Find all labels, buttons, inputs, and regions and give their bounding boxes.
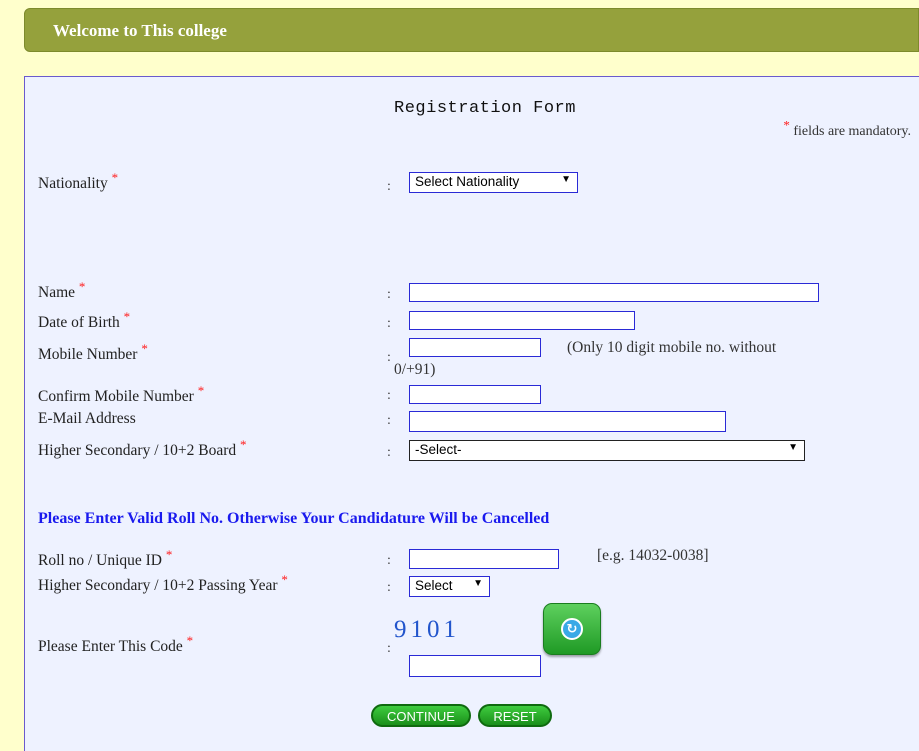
colon: : [387, 179, 391, 194]
required-star: * [123, 308, 131, 324]
nationality-label: Nationality * [38, 171, 118, 193]
roll-label: Roll no / Unique ID * [38, 548, 172, 570]
required-star: * [240, 436, 247, 452]
mobile-label-text: Mobile Number [38, 346, 138, 363]
page-header: Welcome to This college [24, 8, 919, 52]
chevron-down-icon: ▼ [561, 174, 571, 185]
name-label-text: Name [38, 284, 76, 301]
required-star: * [186, 632, 194, 648]
confirm-mobile-input[interactable] [409, 385, 541, 404]
captcha-input[interactable] [409, 655, 541, 677]
board-label: Higher Secondary / 10+2 Board * [38, 438, 247, 460]
captcha-code: 9101 [394, 616, 460, 643]
required-star: * [111, 169, 119, 185]
captcha-label-text: Please Enter This Code [38, 638, 183, 655]
colon: : [387, 641, 391, 656]
confirm-mobile-label-text: Confirm Mobile Number [38, 388, 194, 405]
mobile-input[interactable] [409, 338, 541, 357]
roll-hint: [e.g. 14032-0038] [597, 547, 709, 564]
continue-button[interactable]: CONTINUE [371, 704, 471, 727]
name-input[interactable] [409, 283, 819, 302]
passing-year-select[interactable]: Select ▼ [409, 576, 490, 597]
mobile-hint: (Only 10 digit mobile no. without [567, 339, 777, 356]
passing-year-label: Higher Secondary / 10+2 Passing Year * [38, 573, 288, 595]
nationality-select-value: Select Nationality [415, 174, 520, 189]
header-title: Welcome to This college [53, 21, 227, 40]
roll-label-text: Roll no / Unique ID [38, 552, 162, 569]
board-label-text: Higher Secondary / 10+2 Board [38, 442, 237, 459]
refresh-captcha-button[interactable]: ↻ [543, 603, 601, 655]
roll-number-notice: Please Enter Valid Roll No. Otherwise Yo… [38, 510, 550, 527]
colon: : [387, 553, 391, 568]
colon: : [387, 316, 391, 331]
required-star: * [78, 278, 86, 294]
nationality-label-text: Nationality [38, 175, 108, 192]
colon: : [387, 580, 391, 595]
dob-label: Date of Birth * [38, 310, 130, 332]
colon: : [387, 413, 391, 428]
name-label: Name * [38, 280, 85, 302]
dob-input[interactable] [409, 311, 635, 330]
roll-input[interactable] [409, 549, 559, 569]
colon: : [387, 388, 391, 403]
required-star: * [165, 546, 173, 562]
refresh-icon: ↻ [561, 618, 583, 640]
board-select-value: -Select- [415, 442, 462, 457]
required-star: * [783, 117, 790, 133]
confirm-mobile-label: Confirm Mobile Number * [38, 384, 204, 406]
chevron-down-icon: ▼ [788, 442, 798, 453]
mandatory-note-text: fields are mandatory. [793, 124, 911, 139]
form-title: Registration Form [394, 99, 576, 118]
reset-button[interactable]: RESET [478, 704, 552, 727]
colon: : [387, 287, 391, 302]
required-star: * [281, 571, 288, 587]
chevron-down-icon: ▼ [473, 578, 483, 589]
nationality-select[interactable]: Select Nationality ▼ [409, 172, 578, 193]
registration-panel: Registration Form * fields are mandatory… [24, 76, 919, 751]
required-star: * [141, 340, 148, 356]
dob-label-text: Date of Birth [38, 314, 120, 331]
passing-year-select-value: Select [415, 578, 453, 593]
colon: : [387, 350, 391, 365]
required-star: * [197, 382, 205, 398]
colon: : [387, 445, 391, 460]
email-input[interactable] [409, 411, 726, 432]
email-label: E-Mail Address [38, 410, 136, 428]
captcha-label: Please Enter This Code * [38, 634, 193, 656]
mobile-hint-continued: 0/+91) [394, 361, 436, 378]
passing-year-label-text: Higher Secondary / 10+2 Passing Year [38, 577, 278, 594]
email-label-text: E-Mail Address [38, 410, 136, 427]
mandatory-note: * fields are mandatory. [783, 118, 911, 140]
mobile-label: Mobile Number * [38, 342, 148, 364]
board-select[interactable]: -Select- ▼ [409, 440, 805, 461]
